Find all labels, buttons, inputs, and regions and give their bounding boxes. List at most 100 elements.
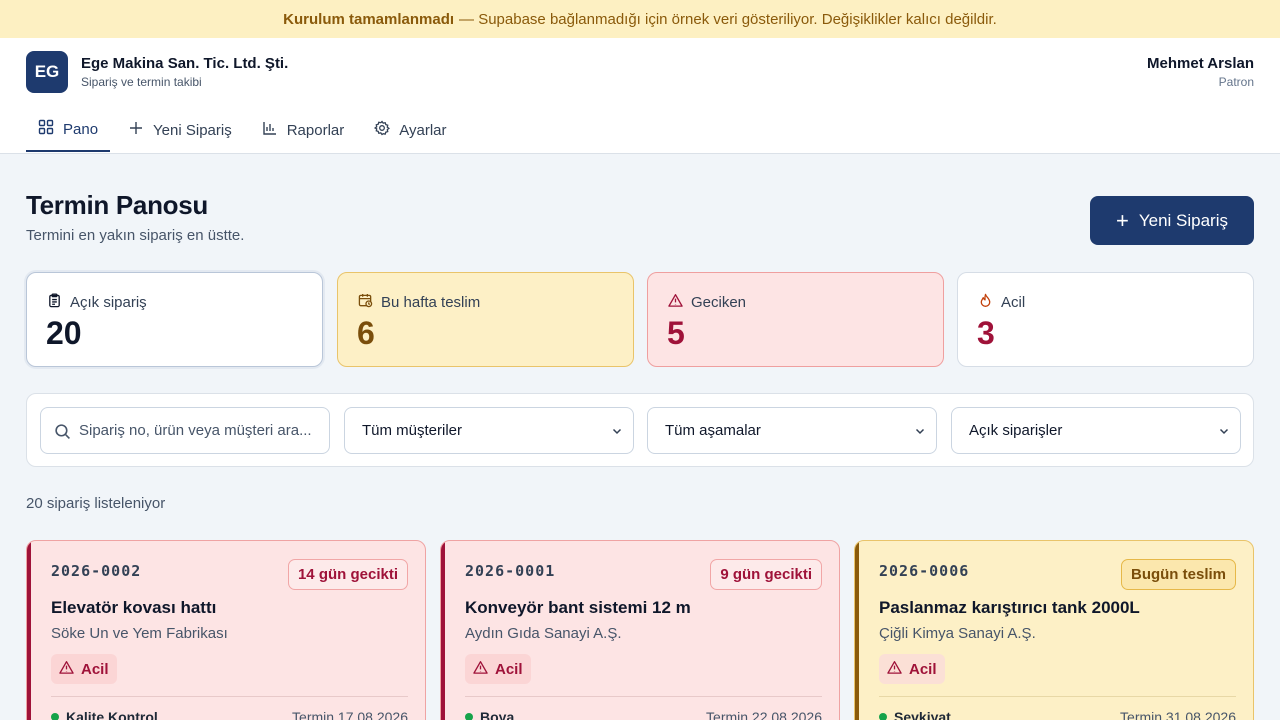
stage-select-value: Tüm aşamalar [665, 422, 761, 439]
stage-select[interactable]: Tüm aşamalar [647, 407, 937, 454]
order-customer: Çiğli Kimya Sanayi A.Ş. [879, 625, 1036, 642]
card-status-stripe [855, 541, 859, 720]
page-title: Termin Panosu [26, 190, 208, 220]
main-nav: Pano Yeni Sipariş Raporlar Ayarlar [26, 108, 465, 154]
warning-triangle-icon [668, 293, 683, 312]
warning-triangle-icon [59, 660, 74, 679]
card-divider [465, 696, 822, 697]
status-select[interactable]: Açık siparişler [951, 407, 1241, 454]
nav-item-ayarlar[interactable]: Ayarlar [362, 108, 458, 152]
order-title: Paslanmaz karıştırıcı tank 2000L [879, 598, 1140, 617]
urgent-tag: Acil [51, 654, 117, 684]
stage-label: Sevkiyat [894, 709, 951, 720]
urgent-label: Acil [81, 660, 109, 678]
status-select-value: Açık siparişler [969, 422, 1063, 439]
new-order-button[interactable]: + Yeni Sipariş [1090, 196, 1254, 245]
card-status-stripe [27, 541, 31, 720]
stat-label: Bu hafta teslim [381, 294, 481, 311]
stat-label-row: Geciken [668, 293, 746, 312]
warning-triangle-icon [473, 660, 488, 679]
urgent-label: Acil [909, 660, 937, 678]
card-divider [51, 696, 408, 697]
urgent-label: Acil [495, 660, 523, 678]
new-order-button-label: Yeni Sipariş [1138, 210, 1228, 230]
order-number: 2026-0001 [465, 562, 556, 580]
user-role: Patron [1218, 75, 1254, 89]
card-divider [879, 696, 1236, 697]
order-number: 2026-0002 [51, 562, 142, 580]
stat-label: Acil [1001, 294, 1026, 311]
stat-card-due-this-week[interactable]: Bu hafta teslim 6 [337, 272, 634, 367]
clipboard-icon [47, 293, 62, 312]
status-badge: Bugün teslim [1120, 559, 1236, 590]
stat-label-row: Acil [978, 293, 1025, 312]
stage-dot-icon [879, 713, 887, 720]
order-due-date: Termin 22.08.2026 [706, 709, 822, 720]
bar-chart-icon [262, 120, 278, 140]
urgent-tag: Acil [879, 654, 945, 684]
app-header: EG Ege Makina San. Tic. Ltd. Şti. Sipari… [0, 38, 1280, 154]
filter-bar: Tüm müşteriler Tüm aşamalar Açık sipariş… [26, 393, 1254, 467]
nav-label: Raporlar [286, 121, 345, 139]
nav-label: Yeni Sipariş [153, 121, 232, 139]
stat-value: 5 [667, 315, 685, 351]
page-subtitle: Termini en yakın sipariş en üstte. [26, 227, 245, 244]
order-customer: Aydın Gıda Sanayi A.Ş. [465, 625, 622, 642]
banner-text: — Supabase bağlanmadığı için örnek veri … [459, 10, 997, 28]
order-due-date: Termin 17.08.2026 [292, 709, 408, 720]
status-badge: 9 gün gecikti [710, 559, 822, 590]
stat-label: Açık sipariş [70, 294, 147, 311]
nav-label: Pano [63, 120, 99, 138]
stat-card-urgent[interactable]: Acil 3 [957, 272, 1254, 367]
nav-item-raporlar[interactable]: Raporlar [250, 108, 357, 152]
customer-select-value: Tüm müşteriler [362, 422, 463, 439]
order-card[interactable]: 2026-0002 14 gün gecikti Elevatör kovası… [26, 540, 426, 720]
company-logo: EG [26, 51, 68, 93]
stage-dot-icon [465, 713, 473, 720]
search-box[interactable] [40, 407, 330, 454]
order-number: 2026-0006 [879, 562, 970, 580]
grid-icon [38, 119, 54, 139]
calendar-clock-icon [358, 293, 373, 312]
urgent-tag: Acil [465, 654, 531, 684]
stat-label-row: Açık sipariş [47, 293, 147, 312]
stage-label: Kalite Kontrol [66, 709, 158, 720]
stage-dot-icon [51, 713, 59, 720]
order-due-date: Termin 31.08.2026 [1120, 709, 1236, 720]
chevron-down-icon [1219, 428, 1229, 435]
order-card[interactable]: 2026-0006 Bugün teslim Paslanmaz karıştı… [854, 540, 1254, 720]
order-title: Elevatör kovası hattı [51, 598, 217, 617]
search-input[interactable] [79, 409, 319, 452]
status-badge: 14 gün gecikti [287, 559, 408, 590]
customer-select[interactable]: Tüm müşteriler [344, 407, 634, 454]
stat-value: 6 [357, 315, 375, 351]
order-stage: Boya [465, 709, 514, 720]
stat-value: 3 [977, 315, 995, 351]
order-customer: Söke Un ve Yem Fabrikası [51, 625, 228, 642]
chevron-down-icon [612, 428, 622, 435]
user-name[interactable]: Mehmet Arslan [1147, 55, 1254, 72]
order-card[interactable]: 2026-0001 9 gün gecikti Konveyör bant si… [440, 540, 840, 720]
setup-warning-banner: Kurulum tamamlanmadı — Supabase bağlanma… [0, 0, 1280, 38]
stat-card-open-orders[interactable]: Açık sipariş 20 [26, 272, 323, 367]
warning-triangle-icon [887, 660, 902, 679]
nav-item-yeni-siparis[interactable]: Yeni Sipariş [116, 108, 244, 152]
order-count-text: 20 sipariş listeleniyor [26, 495, 166, 512]
stat-card-late[interactable]: Geciken 5 [647, 272, 944, 367]
company-subtitle: Sipariş ve termin takibi [81, 75, 202, 89]
stat-label-row: Bu hafta teslim [358, 293, 480, 312]
company-name: Ege Makina San. Tic. Ltd. Şti. [81, 55, 289, 72]
stat-value: 20 [46, 315, 82, 351]
nav-item-pano[interactable]: Pano [26, 108, 111, 152]
gear-icon [374, 120, 391, 140]
card-status-stripe [441, 541, 445, 720]
nav-label: Ayarlar [399, 121, 447, 139]
plus-icon [128, 120, 144, 140]
flame-icon [978, 293, 993, 312]
banner-title: Kurulum tamamlanmadı [283, 10, 455, 28]
order-stage: Kalite Kontrol [51, 709, 158, 720]
stat-label: Geciken [691, 294, 747, 311]
order-stage: Sevkiyat [879, 709, 951, 720]
chevron-down-icon [915, 428, 925, 435]
plus-icon: + [1115, 207, 1129, 233]
